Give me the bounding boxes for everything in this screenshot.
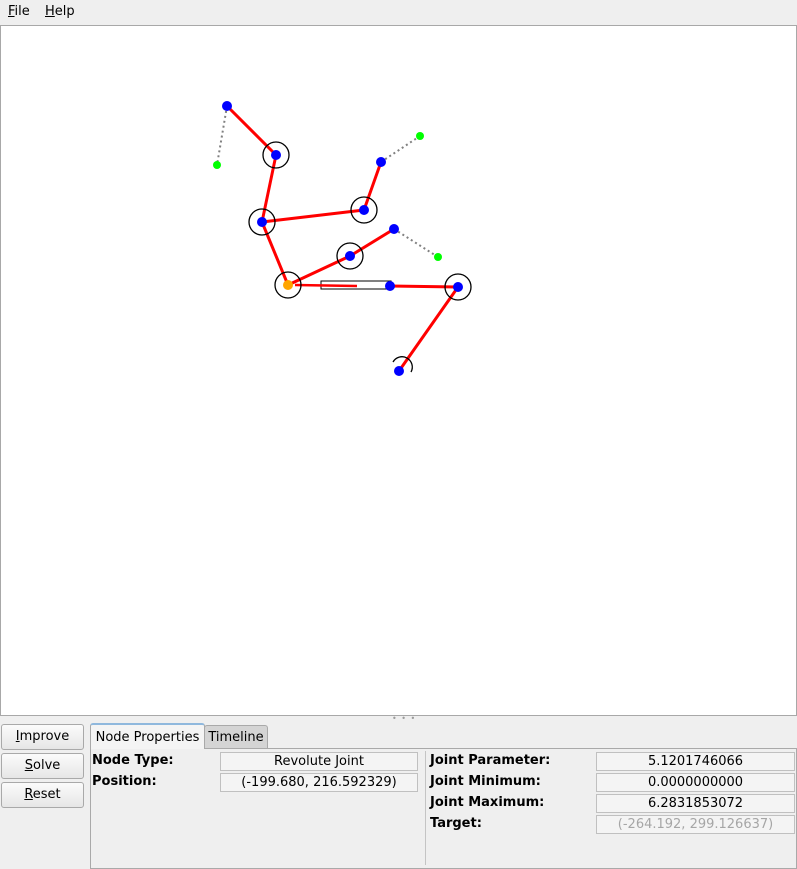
position-label: Position: xyxy=(92,774,157,789)
node-type-value: Revolute Joint xyxy=(220,752,418,771)
link xyxy=(388,284,460,289)
link xyxy=(260,220,290,287)
link xyxy=(260,153,278,224)
joint-maximum-label: Joint Maximum: xyxy=(430,795,545,810)
menu-help[interactable]: Help xyxy=(45,4,75,19)
target-line xyxy=(216,105,228,166)
joint-parameter-label: Joint Parameter: xyxy=(430,753,551,768)
splitter-handle[interactable]: • • • xyxy=(392,714,416,723)
joint-node[interactable] xyxy=(359,205,369,215)
joint-node[interactable] xyxy=(271,150,281,160)
end-effector-node[interactable] xyxy=(394,366,404,376)
joint-minimum-label: Joint Minimum: xyxy=(430,774,541,789)
reset-button[interactable]: Reset xyxy=(1,782,84,808)
target-label: Target: xyxy=(430,816,482,831)
target-node[interactable] xyxy=(213,161,221,169)
menu-bar: File Help xyxy=(0,0,797,24)
kinematic-chain-drawing[interactable] xyxy=(1,26,796,715)
panel-divider xyxy=(425,751,426,865)
target-field: (-264.192, 299.126637) xyxy=(596,815,795,834)
link xyxy=(225,104,278,157)
link xyxy=(260,208,366,224)
joint-node[interactable] xyxy=(376,157,386,167)
position-value: (-199.680, 216.592329) xyxy=(220,773,418,792)
joint-node[interactable] xyxy=(389,224,399,234)
link xyxy=(348,227,396,258)
joint-node[interactable] xyxy=(453,282,463,292)
kinematic-canvas[interactable] xyxy=(0,25,797,716)
joint-node[interactable] xyxy=(385,281,395,291)
link xyxy=(362,160,383,212)
tab-timeline[interactable]: Timeline xyxy=(204,725,268,749)
joint-maximum-field[interactable]: 6.2831853072 xyxy=(596,794,795,813)
node-type-label: Node Type: xyxy=(92,753,174,768)
tab-node-properties[interactable]: Node Properties xyxy=(90,723,205,749)
target-node[interactable] xyxy=(416,132,424,140)
target-line xyxy=(393,228,439,258)
target-node[interactable] xyxy=(434,253,442,261)
joint-minimum-field[interactable]: 0.0000000000 xyxy=(596,773,795,792)
joint-node[interactable] xyxy=(222,101,232,111)
solve-button[interactable]: Solve xyxy=(1,753,84,779)
joint-parameter-field[interactable]: 5.1201746066 xyxy=(596,752,795,771)
selected-node[interactable] xyxy=(283,280,293,290)
target-line xyxy=(380,135,421,163)
node-properties-panel: Node Type: Revolute Joint Position: (-19… xyxy=(90,748,797,869)
prismatic-indicator xyxy=(294,283,358,288)
improve-button[interactable]: Improve xyxy=(1,724,84,750)
menu-file[interactable]: File xyxy=(8,4,30,19)
joint-node[interactable] xyxy=(257,217,267,227)
joint-node[interactable] xyxy=(345,251,355,261)
